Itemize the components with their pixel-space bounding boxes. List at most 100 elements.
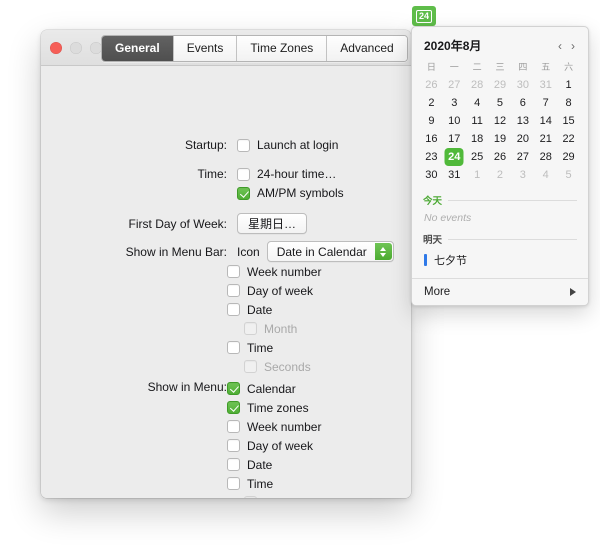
calendar-day[interactable]: 31 [534,76,557,94]
event-title: 七夕节 [434,255,467,267]
calendar-day[interactable]: 20 [511,130,534,148]
calendar-day[interactable]: 29 [489,76,512,94]
checkbox-label: Week number [247,264,322,279]
event-item[interactable]: 七夕节 [412,248,588,272]
checkbox-time[interactable]: Time [227,341,273,355]
calendar-day[interactable]: 26 [489,148,512,166]
calendar-day[interactable]: 5 [557,166,580,184]
calendar-day[interactable]: 28 [466,76,489,94]
minimize-button-icon[interactable] [70,42,82,54]
calendar-day[interactable]: 2 [489,166,512,184]
screen: General Events Time Zones Advanced Startup:… [0,0,600,553]
calendar-day[interactable]: 30 [420,166,443,184]
weekday-header-row: 日一二三四五六 [420,60,580,76]
calendar-day[interactable]: 14 [534,112,557,130]
checkbox-week-number[interactable]: Week number [227,265,321,279]
calendar-day[interactable]: 16 [420,130,443,148]
tab-time-zones[interactable]: Time Zones [237,36,328,61]
calendar-day[interactable]: 6 [511,94,534,112]
checkbox-box-icon [244,360,257,373]
calendar-day[interactable]: 27 [443,76,466,94]
calendar-day[interactable]: 7 [534,94,557,112]
chevron-left-icon[interactable]: ‹ [558,40,562,52]
calendar-day[interactable]: 26 [420,76,443,94]
menu-checkbox-list: Calendar Time zones Week number Day of week… [227,379,321,498]
calendar-day[interactable]: 3 [511,166,534,184]
menu-label: Show in Menu: [147,380,227,394]
calendar-day-selected[interactable]: 24 [443,148,466,166]
calendar-day[interactable]: 2 [420,94,443,112]
checkbox-day-of-week[interactable]: Day of week [227,284,313,298]
checkbox-box-icon [244,322,257,335]
checkbox-calendar[interactable]: Calendar [227,382,296,396]
checkbox-time-zones[interactable]: Time zones [227,401,309,415]
calendar-day[interactable]: 4 [534,166,557,184]
menu-bar-icon-popup[interactable]: Date in Calendar [266,241,394,262]
calendar-day[interactable]: 31 [443,166,466,184]
calendar-day[interactable]: 21 [534,130,557,148]
calendar-day[interactable]: 3 [443,94,466,112]
first-day-button[interactable]: 星期日… [237,213,308,234]
calendar-day[interactable]: 23 [420,148,443,166]
chevron-right-icon[interactable]: › [571,40,575,52]
traffic-lights [50,42,102,54]
menu-bar-label: Show in Menu Bar: [125,244,227,259]
calendar-day[interactable]: 5 [489,94,512,112]
checkbox-day-of-week[interactable]: Day of week [227,439,313,453]
calendar-day[interactable]: 15 [557,112,580,130]
calendar-day[interactable]: 29 [557,148,580,166]
calendar-grid: 日一二三四五六 26 27 28 29 30 31 1 2 3 4 5 6 7 8 9 10 11 12 13 14 1… [412,58,588,188]
checkbox-week-number[interactable]: Week number [227,420,321,434]
window-titlebar: General Events Time Zones Advanced [41,30,411,66]
checkbox-launch-at-login[interactable]: Launch at login [237,138,338,152]
menubar-calendar-icon[interactable]: 24 [412,6,436,26]
preferences-body: Startup: Launch at login Time: 24-hour t… [41,66,411,498]
checkbox-date[interactable]: Date [227,458,272,472]
calendar-day[interactable]: 12 [489,112,512,130]
row-time: Time: 24-hour time… [115,167,336,181]
calendar-day[interactable]: 4 [466,94,489,112]
calendar-day[interactable]: 8 [557,94,580,112]
tomorrow-label: 明天 [423,235,443,246]
calendar-day[interactable]: 18 [466,130,489,148]
checkbox-label: Date [247,457,273,472]
checkbox-ampm-symbols[interactable]: AM/PM symbols [237,186,344,200]
menu-bar-checkbox-list: Week number Day of week Date Month Time Secon… [227,262,321,376]
checkbox-label: Time [247,340,274,355]
calendar-day[interactable]: 1 [557,76,580,94]
tab-general[interactable]: General [102,36,174,61]
checkbox-date[interactable]: Date [227,303,272,317]
close-button-icon[interactable] [50,42,62,54]
calendar-day[interactable]: 13 [511,112,534,130]
chevron-updown-icon[interactable] [374,243,392,260]
divider [448,238,577,240]
calendar-day[interactable]: 27 [511,148,534,166]
more-row[interactable]: More [412,278,588,305]
calendar-day[interactable]: 17 [443,130,466,148]
calendar-day[interactable]: 30 [511,76,534,94]
checkbox-box-icon [227,477,240,490]
divider [448,199,577,201]
calendar-month-title: 2020年8月 [424,39,482,53]
calendar-day[interactable]: 22 [557,130,580,148]
row-startup: Startup: Launch at login [115,138,338,152]
checkbox-time[interactable]: Time [227,477,273,491]
calendar-day[interactable]: 19 [489,130,512,148]
calendar-day[interactable]: 25 [466,148,489,166]
calendar-day[interactable]: 28 [534,148,557,166]
checkbox-seconds: Seconds [244,360,311,374]
checkbox-24-hour-time[interactable]: 24-hour time… [237,167,336,181]
calendar-day[interactable]: 10 [443,112,466,130]
calendar-day[interactable]: 1 [466,166,489,184]
today-no-events: No events [424,212,472,224]
checkbox-label: Week number [247,419,322,434]
checkbox-label: Launch at login [257,138,339,152]
tab-events[interactable]: Events [173,36,238,61]
tab-advanced[interactable]: Advanced [327,36,407,61]
tomorrow-events-list: 七夕节 [412,248,588,272]
checkbox-box-icon [227,265,240,278]
calendar-popover: 2020年8月 ‹ › 日一二三四五六 26 27 28 29 30 31 1 2 3 4 5 6 7 8… [411,26,589,306]
calendar-day[interactable]: 9 [420,112,443,130]
weekday-4: 四 [518,62,528,72]
calendar-day[interactable]: 11 [466,112,489,130]
